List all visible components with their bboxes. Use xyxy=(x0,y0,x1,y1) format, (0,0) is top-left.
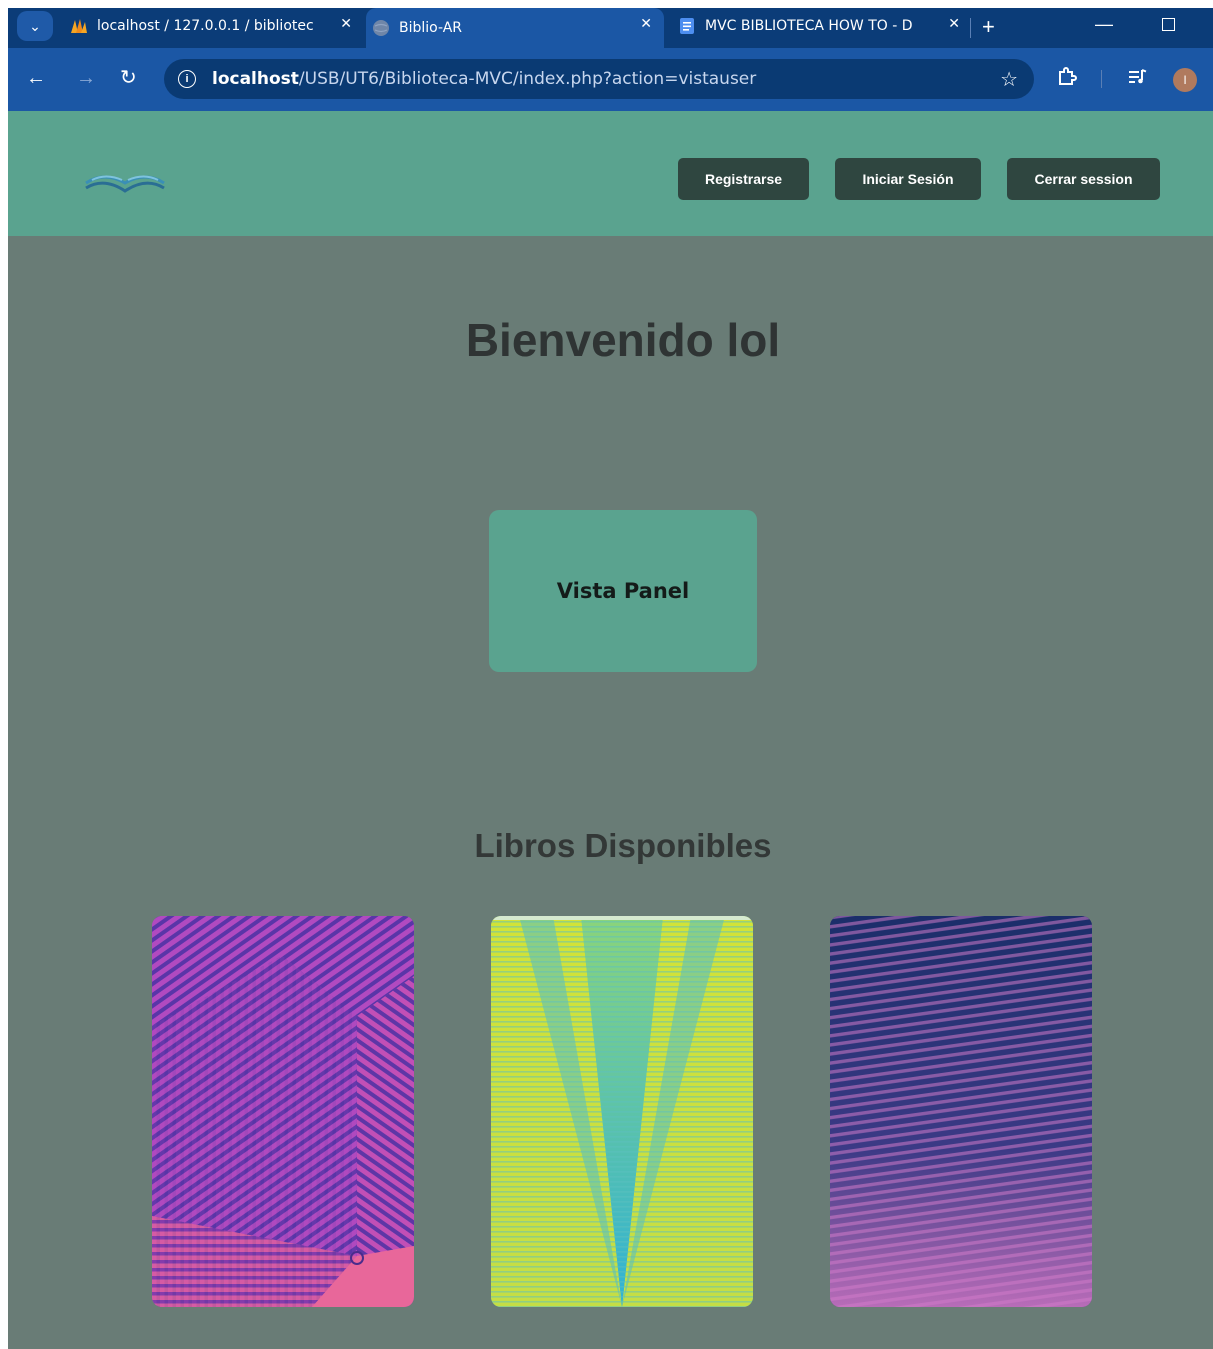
bookmark-star-icon[interactable]: ☆ xyxy=(1000,67,1018,92)
chevron-down-icon: ⌄ xyxy=(29,17,41,34)
phpmyadmin-icon xyxy=(71,19,87,33)
book-cover-image xyxy=(152,916,414,1307)
book-cover-image xyxy=(491,916,753,1307)
media-control-icon[interactable] xyxy=(1128,66,1148,86)
book-cover-card[interactable] xyxy=(152,916,414,1307)
login-button[interactable]: Iniciar Sesión xyxy=(835,158,981,200)
available-books-heading: Libros Disponibles xyxy=(474,827,772,864)
open-book-logo-icon[interactable] xyxy=(84,169,166,195)
reload-icon[interactable]: ↻ xyxy=(120,68,137,88)
address-bar[interactable]: i localhost/USB/UT6/Biblioteca-MVC/index… xyxy=(164,59,1034,99)
book-cover-card[interactable] xyxy=(491,916,753,1307)
tab-phpmyadmin[interactable]: localhost / 127.0.0.1 / bibliotec ✕ xyxy=(64,8,364,44)
logout-button[interactable]: Cerrar session xyxy=(1007,158,1160,200)
book-cover-card[interactable] xyxy=(830,916,1092,1307)
new-tab-button[interactable]: + xyxy=(982,14,995,40)
back-arrow-icon[interactable]: ← xyxy=(26,68,46,88)
site-info-icon[interactable]: i xyxy=(178,70,196,88)
close-icon[interactable]: ✕ xyxy=(340,16,352,32)
url-text[interactable]: localhost/USB/UT6/Biblioteca-MVC/index.p… xyxy=(212,69,756,89)
panel-view-button[interactable]: Vista Panel xyxy=(489,510,757,672)
site-header: Registrarse Iniciar Sesión Cerrar sessio… xyxy=(8,111,1213,236)
tab-title: MVC BIBLIOTECA HOW TO - D xyxy=(705,18,913,34)
tab-title: Biblio-AR xyxy=(399,20,463,36)
close-icon[interactable]: ✕ xyxy=(640,16,652,32)
page-body: Registrarse Iniciar Sesión Cerrar sessio… xyxy=(8,111,1213,1349)
extensions-icon[interactable] xyxy=(1056,65,1078,87)
tab-strip: ⌄ localhost / 127.0.0.1 / bibliotec ✕ Bi… xyxy=(8,8,1213,48)
browser-chrome: ⌄ localhost / 127.0.0.1 / bibliotec ✕ Bi… xyxy=(8,8,1213,111)
tab-title: localhost / 127.0.0.1 / bibliotec xyxy=(97,18,314,34)
globe-icon xyxy=(373,20,389,36)
tab-biblio-ar[interactable]: Biblio-AR ✕ xyxy=(366,8,664,48)
tab-separator xyxy=(970,18,971,38)
book-cover-image xyxy=(830,916,1092,1307)
register-button[interactable]: Registrarse xyxy=(678,158,809,200)
maximize-icon[interactable] xyxy=(1162,18,1175,31)
welcome-heading: Bienvenido lol xyxy=(465,314,781,366)
browser-toolbar: ← → ↻ i localhost/USB/UT6/Biblioteca-MVC… xyxy=(8,48,1213,111)
url-host: localhost xyxy=(212,69,299,89)
docs-icon xyxy=(680,18,694,34)
toolbar-separator xyxy=(1101,70,1102,88)
tab-search-button[interactable]: ⌄ xyxy=(17,11,53,41)
url-path: /USB/UT6/Biblioteca-MVC/index.php?action… xyxy=(298,69,757,89)
forward-arrow-icon[interactable]: → xyxy=(76,68,96,88)
tab-google-docs[interactable]: MVC BIBLIOTECA HOW TO - D ✕ xyxy=(672,8,972,44)
close-icon[interactable]: ✕ xyxy=(948,16,960,32)
minimize-icon[interactable]: — xyxy=(1095,14,1113,35)
profile-avatar[interactable]: I xyxy=(1173,68,1197,92)
panel-view-label: Vista Panel xyxy=(556,579,690,603)
